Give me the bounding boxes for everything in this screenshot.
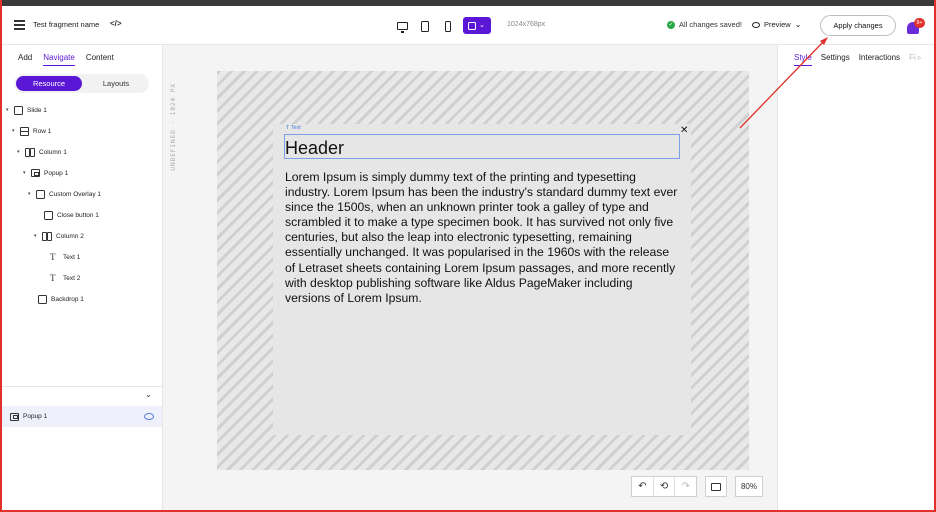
selected-layer-row[interactable]: Popup 1	[2, 406, 162, 427]
close-icon[interactable]: ✕	[680, 125, 688, 136]
tree-item-label: Close button 1	[57, 211, 99, 219]
text-icon: T	[50, 272, 56, 283]
tree-item-backdrop-1[interactable]: Backdrop 1	[38, 292, 84, 306]
tab-add[interactable]: Add	[18, 53, 32, 66]
apply-changes-button[interactable]: Apply changes	[820, 15, 896, 36]
redo-icon[interactable]: ↷	[675, 477, 696, 496]
slide-icon	[14, 105, 23, 115]
tree-item-popup-1[interactable]: ▾ Popup 1	[23, 166, 68, 180]
text-icon: T	[50, 251, 56, 262]
segment-layouts[interactable]: Layouts	[86, 76, 146, 91]
caret-down-icon[interactable]: ▾	[17, 149, 25, 155]
chevron-down-icon[interactable]: ⌄	[145, 390, 152, 399]
caret-down-icon[interactable]: ▾	[6, 107, 14, 113]
tree-item-custom-overlay-1[interactable]: ▾ Custom Overlay 1	[28, 187, 101, 201]
left-panel-tabs: Add Navigate Content	[18, 53, 114, 66]
right-panel-tabs: Style Settings Interactions Fi »	[794, 53, 921, 66]
tree-item-label: Popup 1	[44, 169, 69, 177]
chevron-double-down-icon[interactable]: »	[917, 53, 921, 66]
canvas-ruler-label: UNDEFINED · 1024 PX	[170, 83, 177, 171]
app-window: Test fragment name </> ⌄ 1024x768px ✓ Al…	[0, 0, 936, 512]
tab-interactions[interactable]: Interactions	[859, 53, 900, 66]
custom-device-dropdown[interactable]: ⌄	[463, 17, 491, 34]
popup-icon	[10, 412, 19, 421]
desktop-icon[interactable]	[394, 17, 410, 35]
caret-down-icon[interactable]: ▾	[23, 170, 31, 176]
eye-icon	[752, 21, 760, 28]
tree-item-label: Slide 1	[27, 106, 47, 114]
panel-divider	[2, 386, 162, 387]
caret-down-icon[interactable]: ▾	[34, 233, 42, 239]
backdrop-icon	[38, 294, 47, 304]
tab-fi[interactable]: Fi	[909, 53, 916, 66]
chevron-down-icon: ⌄	[479, 22, 485, 29]
undo-redo-group: ↶ ⟲ ↷	[631, 476, 697, 497]
menu-icon[interactable]	[14, 20, 25, 30]
resolution-label: 1024x768px	[507, 21, 546, 28]
row-icon	[20, 126, 29, 136]
fragment-name[interactable]: Test fragment name	[33, 20, 99, 29]
right-panel: Style Settings Interactions Fi »	[777, 45, 934, 510]
notification-badge: 9+	[914, 18, 925, 28]
zoom-level[interactable]: 80%	[735, 476, 763, 497]
save-status-text: All changes saved!	[679, 20, 742, 29]
code-icon[interactable]: </>	[110, 19, 122, 28]
history-button[interactable]	[705, 476, 727, 497]
resource-layouts-toggle: Resource Layouts	[14, 74, 149, 93]
tree-item-column-1[interactable]: ▾ Column 1	[17, 145, 67, 159]
top-toolbar: Test fragment name </> ⌄ 1024x768px ✓ Al…	[2, 6, 934, 45]
custom-device-icon	[468, 21, 476, 30]
tree-item-row-1[interactable]: ▾ Row 1	[12, 124, 51, 138]
tree-item-label: Column 2	[56, 232, 84, 240]
preview-button[interactable]: Preview ⌄	[752, 20, 801, 29]
notifications-button[interactable]: 9+	[905, 18, 925, 35]
save-status: ✓ All changes saved!	[667, 20, 742, 29]
text-element-tag: T Text	[286, 125, 301, 131]
tree-item-label: Custom Overlay 1	[49, 190, 102, 198]
tablet-icon[interactable]	[417, 17, 433, 35]
popup-icon	[31, 169, 40, 177]
tab-navigate[interactable]: Navigate	[43, 53, 75, 66]
tree-item-text-2[interactable]: T Text 2	[50, 271, 80, 285]
tree-item-label: Column 1	[39, 148, 67, 156]
tree-item-label: Backdrop 1	[51, 295, 84, 303]
tree-item-label: Text 2	[63, 274, 81, 282]
tree-item-column-2[interactable]: ▾ Column 2	[34, 229, 84, 243]
tree-item-slide-1[interactable]: ▾ Slide 1	[6, 103, 47, 117]
tab-style[interactable]: Style	[794, 53, 812, 66]
segment-resource[interactable]: Resource	[16, 76, 82, 91]
tab-content[interactable]: Content	[86, 53, 114, 66]
tree-item-text-1[interactable]: T Text 1	[50, 250, 80, 264]
check-circle-icon: ✓	[667, 20, 675, 29]
tree-item-label: Text 1	[63, 253, 81, 261]
popup-body-text[interactable]: Lorem Ipsum is simply dummy text of the …	[285, 170, 680, 306]
selected-layer-label: Popup 1	[23, 413, 48, 420]
phone-icon[interactable]	[440, 17, 456, 35]
column-icon	[25, 147, 35, 157]
undo-icon[interactable]: ↶	[632, 477, 654, 496]
caret-down-icon[interactable]: ▾	[28, 191, 36, 197]
briefcase-icon	[711, 482, 721, 491]
eye-icon[interactable]	[144, 413, 154, 420]
preview-label: Preview	[764, 20, 791, 29]
caret-down-icon[interactable]: ▾	[12, 128, 20, 134]
tab-settings[interactable]: Settings	[821, 53, 850, 66]
column-icon	[42, 231, 52, 241]
button-icon	[44, 210, 53, 220]
overlay-icon	[36, 189, 45, 199]
text-tag-label: Text	[290, 125, 301, 131]
reset-icon[interactable]: ⟲	[654, 477, 676, 496]
tree-item-close-button-1[interactable]: Close button 1	[44, 208, 99, 222]
left-panel: Add Navigate Content Resource Layouts ▾ S…	[2, 45, 163, 510]
chevron-down-icon: ⌄	[794, 20, 802, 29]
popup-header[interactable]: Header	[285, 138, 344, 159]
tree-item-label: Row 1	[33, 127, 52, 135]
